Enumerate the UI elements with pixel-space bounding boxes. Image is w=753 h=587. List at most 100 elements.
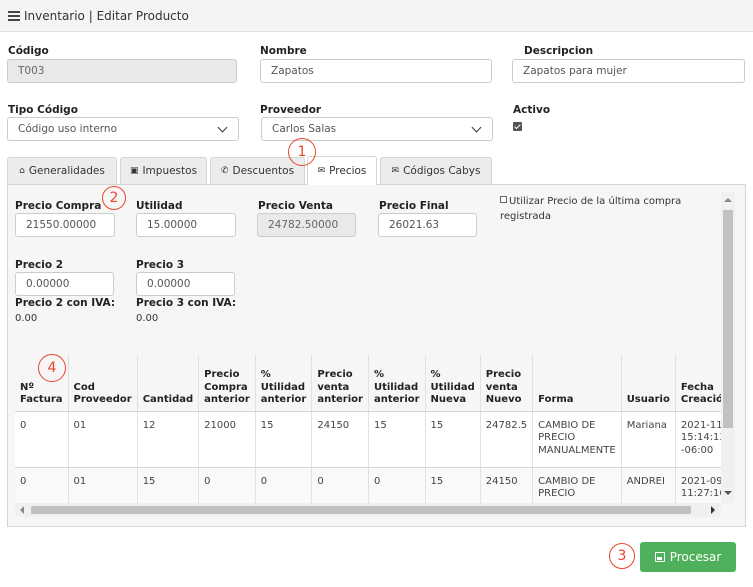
nombre-value: Zapatos (271, 65, 314, 77)
column-header-text: anterior (260, 394, 307, 405)
table-cell: 15 (255, 411, 313, 468)
tipo-codigo-select[interactable]: Código uso interno (7, 117, 239, 141)
tipo-codigo-label: Tipo Código (8, 104, 78, 116)
historial-precios-table-wrapper[interactable]: Nº Factura Cod Proveedor Cantidad Precio Compr… (15, 355, 721, 503)
column-header-text: Cantidad (142, 394, 194, 405)
column-header-text: Utilidad (430, 381, 475, 393)
column-header-text: anterior (204, 394, 250, 405)
column-header-text: Factura (20, 394, 63, 405)
tab-codigos-cabys[interactable]: ✉ Códigos Cabys (380, 157, 492, 184)
column-header-text: Compra (204, 381, 248, 393)
column-header-text: Usuario (626, 394, 670, 405)
table-row[interactable]: 0 01 12 21000 15 24150 15 15 24782.5 CAMBIO DE PR… (15, 411, 721, 468)
table-cell: 0 (368, 467, 426, 503)
column-header: Usuario (621, 355, 676, 412)
table-cell: 15 (425, 467, 481, 503)
codigo-label: Código (8, 45, 49, 57)
column-header-text: venta (485, 381, 518, 393)
table-cell: 15 (368, 411, 426, 468)
table-cell: 2021-11-09 15:14:13.1133 -06:00 (675, 411, 721, 468)
tab-impuestos[interactable]: ▣ Impuestos (120, 157, 207, 184)
page-title: Inventario | Editar Producto (24, 8, 189, 23)
tab-label: Impuestos (142, 165, 198, 177)
precio-compra-field[interactable]: 21550.00000 (15, 213, 115, 237)
column-header: % Utilidad Nueva (425, 355, 481, 412)
table-cell: 24150 (480, 467, 534, 503)
tab-label: Generalidades (28, 165, 105, 177)
activo-checkbox[interactable] (513, 122, 522, 131)
table-cell: 01 (68, 411, 138, 468)
scroll-up-arrow-icon[interactable] (724, 198, 732, 202)
table-cell: 0 (15, 467, 69, 503)
precio-venta-value: 24782.50000 (268, 219, 339, 231)
precio-final-value: 26021.63 (389, 219, 440, 231)
tab-generalidades[interactable]: ⌂ Generalidades (7, 157, 117, 184)
column-header-text: Nueva (430, 394, 467, 405)
column-header-text: anterior (317, 394, 363, 405)
scroll-down-arrow-icon[interactable] (724, 491, 732, 495)
table-cell: 15 (137, 467, 200, 503)
table-cell: CAMBIO DE PRECIO (532, 467, 622, 503)
utilidad-field[interactable]: 15.00000 (136, 213, 236, 237)
table-cell: ANDREI (621, 467, 676, 503)
historial-precios-table: Nº Factura Cod Proveedor Cantidad Precio Compr… (15, 355, 721, 503)
column-header-text: % (430, 369, 441, 380)
precio-venta-field[interactable]: 24782.50000 (257, 213, 356, 237)
precio2-label: Precio 2 (15, 259, 63, 271)
column-header-text: % (260, 369, 271, 380)
table-cell: 24782.5 (480, 411, 534, 468)
precio2-iva-value: 0.00 (15, 313, 38, 324)
table-cell: CAMBIO DE PRECIO MANUALMENTE (532, 411, 622, 468)
nombre-field[interactable]: Zapatos (260, 59, 492, 83)
scroll-left-arrow-icon[interactable] (20, 506, 24, 514)
annotation-marker-2: 2 (102, 186, 126, 210)
save-icon (654, 552, 665, 562)
list-icon (8, 10, 20, 21)
precio-final-field[interactable]: 26021.63 (378, 213, 477, 237)
tab-label: Precios (329, 165, 367, 177)
codigo-field[interactable]: T003 (7, 59, 237, 83)
table-body: 0 01 12 21000 15 24150 15 15 24782.5 CAMBIO DE PR… (15, 411, 721, 503)
column-header-text: Utilidad (373, 381, 419, 393)
precio3-label: Precio 3 (136, 259, 184, 271)
column-header-text: anterior (373, 394, 420, 405)
column-header-text: Proveedor (73, 394, 132, 405)
column-header-text: Precio (317, 369, 353, 380)
activo-label: Activo (513, 104, 551, 116)
annotation-marker-4: 4 (38, 354, 66, 382)
tab-precios[interactable]: ✉ Precios (307, 156, 377, 185)
table-cell: Mariana (621, 411, 676, 468)
precio-venta-label: Precio Venta (258, 200, 333, 212)
column-header-text: Forma (538, 394, 574, 405)
scroll-right-arrow-icon[interactable] (711, 506, 715, 514)
column-header-text: venta (317, 381, 350, 393)
phone-icon: ✆ (220, 166, 229, 176)
horizontal-scroll-thumb[interactable] (31, 506, 691, 514)
table-cell: 2021-09-26 11:27:16.3233 (675, 467, 721, 503)
precio2-field[interactable]: 0.00000 (15, 272, 114, 296)
codigo-value: T003 (18, 65, 45, 77)
chevron-down-icon (471, 122, 482, 132)
table-cell: 0 (15, 411, 69, 468)
column-header-text: Cod (73, 381, 95, 393)
precio-final-label: Precio Final (379, 200, 449, 212)
vertical-scrollbar[interactable] (721, 192, 735, 503)
table-row[interactable]: 0 01 15 0 0 0 0 15 24150 CAMBIO DE PRECIO ANDREI 20… (15, 467, 721, 503)
table-cell: 21000 (198, 411, 256, 468)
column-header-text: Precio (485, 369, 522, 380)
descripcion-value: Zapatos para mujer (523, 65, 627, 77)
vertical-scroll-thumb[interactable] (723, 210, 733, 428)
utilidad-label: Utilidad (136, 200, 183, 212)
column-header: Precio venta Nuevo (480, 355, 534, 412)
precio3-field[interactable]: 0.00000 (136, 272, 235, 296)
horizontal-scrollbar[interactable] (15, 503, 721, 517)
column-header: Cod Proveedor (68, 355, 138, 412)
column-header: Precio Compra anterior (198, 355, 256, 412)
proveedor-select[interactable]: Carlos Salas (261, 117, 493, 141)
table-header-row: Nº Factura Cod Proveedor Cantidad Precio Compr… (15, 355, 721, 412)
column-header: Cantidad (137, 355, 200, 412)
precio3-iva-label: Precio 3 con IVA: (136, 297, 237, 309)
descripcion-field[interactable]: Zapatos para mujer (512, 59, 745, 83)
procesar-button[interactable]: Procesar (640, 542, 736, 572)
proveedor-value: Carlos Salas (272, 123, 337, 135)
